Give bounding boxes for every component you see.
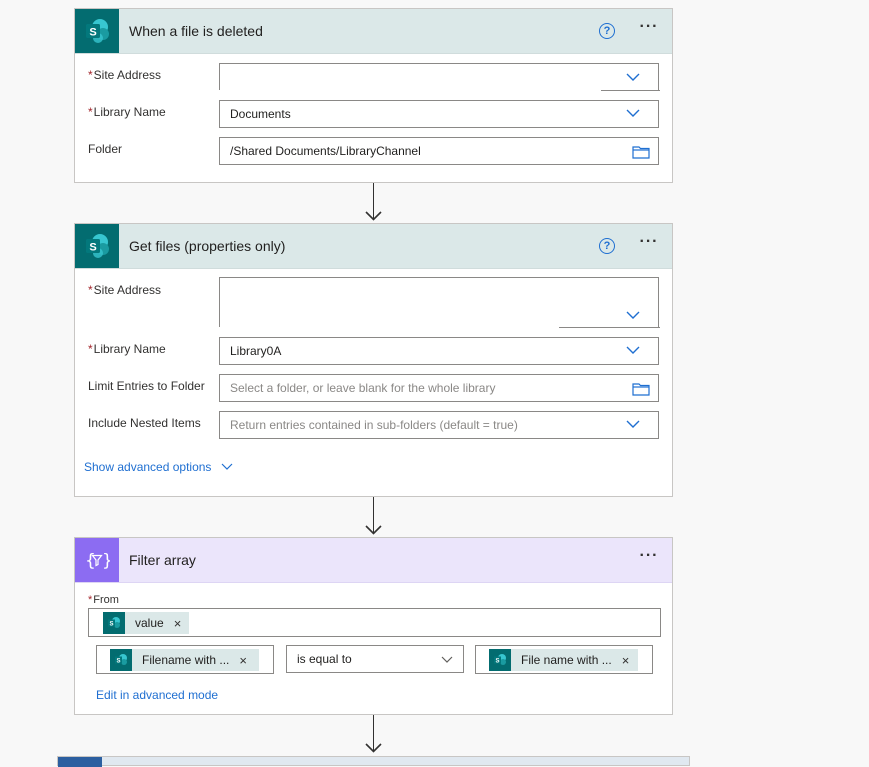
condition-right-operand[interactable]: S File name with ... × xyxy=(475,645,653,674)
chevron-down-icon[interactable] xyxy=(626,311,640,320)
chevron-down-icon xyxy=(221,463,233,470)
trigger-card-header[interactable]: S When a file is deleted ? ··· xyxy=(75,9,672,54)
get-files-card: S Get files (properties only) ? ··· *Sit… xyxy=(74,223,673,497)
help-icon[interactable]: ? xyxy=(599,23,615,39)
remove-token-icon[interactable]: × xyxy=(622,653,630,668)
from-input[interactable]: S value × xyxy=(88,608,661,637)
operator-value: is equal to xyxy=(297,652,352,666)
show-advanced-options-link[interactable]: Show advanced options xyxy=(84,460,233,474)
svg-text:S: S xyxy=(89,27,96,39)
arrow-down-icon xyxy=(365,525,382,535)
svg-text:S: S xyxy=(109,621,113,627)
arrow-down-icon xyxy=(365,211,382,221)
remove-token-icon[interactable]: × xyxy=(174,616,182,631)
nested-items-dropdown[interactable]: Return entries contained in sub-folders … xyxy=(219,411,659,439)
chevron-down-icon[interactable] xyxy=(626,420,640,429)
help-icon[interactable]: ? xyxy=(599,238,615,254)
nested-items-placeholder: Return entries contained in sub-folders … xyxy=(230,418,518,432)
filter-array-card-header[interactable]: { } Filter array ··· xyxy=(75,538,672,583)
sharepoint-icon: S xyxy=(489,649,511,671)
sharepoint-icon: S xyxy=(75,9,119,53)
next-action-icon xyxy=(58,757,102,767)
required-marker: * xyxy=(88,283,93,297)
library-name-value: Library0A xyxy=(230,344,282,358)
edit-advanced-mode-link[interactable]: Edit in advanced mode xyxy=(96,688,218,702)
site-address-input[interactable] xyxy=(219,277,659,327)
library-name-dropdown[interactable]: Library0A xyxy=(219,337,659,365)
limit-folder-input[interactable]: Select a folder, or leave blank for the … xyxy=(219,374,659,402)
get-files-title: Get files (properties only) xyxy=(129,238,286,254)
required-marker: * xyxy=(88,68,93,82)
more-options-icon[interactable]: ··· xyxy=(638,19,660,38)
filename-token[interactable]: S Filename with ... × xyxy=(110,649,259,671)
site-address-label: *Site Address xyxy=(88,283,161,297)
trigger-title: When a file is deleted xyxy=(129,23,263,39)
chevron-down-icon[interactable] xyxy=(441,656,453,664)
value-token[interactable]: S value × xyxy=(103,612,189,634)
svg-text:S: S xyxy=(116,658,120,664)
next-action-card[interactable] xyxy=(57,756,690,767)
nested-items-label: Include Nested Items xyxy=(88,416,201,430)
library-name-label-text: Library Name xyxy=(93,105,166,119)
get-files-card-header[interactable]: S Get files (properties only) ? ··· xyxy=(75,224,672,269)
filter-array-card: { } Filter array ··· *From S value × S F… xyxy=(74,537,673,715)
library-name-value: Documents xyxy=(230,107,291,121)
site-address-label-text: Site Address xyxy=(93,283,162,297)
filter-array-icon: { } xyxy=(75,538,119,582)
filter-array-title: Filter array xyxy=(129,552,196,568)
filename-token-label: Filename with ... xyxy=(142,653,230,667)
svg-text:}: } xyxy=(102,551,110,571)
site-address-underline xyxy=(559,327,660,328)
library-name-label: *Library Name xyxy=(88,105,166,119)
folder-picker-icon[interactable] xyxy=(632,145,650,159)
library-name-dropdown[interactable]: Documents xyxy=(219,100,659,128)
folder-input[interactable]: /Shared Documents/LibraryChannel xyxy=(219,137,659,165)
remove-token-icon[interactable]: × xyxy=(239,653,247,668)
limit-folder-placeholder: Select a folder, or leave blank for the … xyxy=(230,381,496,395)
required-marker: * xyxy=(88,105,93,119)
required-marker: * xyxy=(88,594,93,606)
from-label-text: From xyxy=(93,594,119,606)
limit-folder-label: Limit Entries to Folder xyxy=(88,379,205,393)
file-name-token-label: File name with ... xyxy=(521,653,612,667)
library-name-label: *Library Name xyxy=(88,342,166,356)
svg-text:S: S xyxy=(495,658,499,664)
trigger-card: S When a file is deleted ? ··· *Site Add… xyxy=(74,8,673,183)
more-options-icon[interactable]: ··· xyxy=(638,234,660,253)
site-address-underline xyxy=(601,90,660,91)
svg-text:{: { xyxy=(85,551,96,571)
more-options-icon[interactable]: ··· xyxy=(638,548,660,567)
file-name-token[interactable]: S File name with ... × xyxy=(489,649,638,671)
show-advanced-options-text: Show advanced options xyxy=(84,460,212,474)
sharepoint-icon: S xyxy=(110,649,132,671)
svg-text:S: S xyxy=(89,242,96,254)
sharepoint-icon: S xyxy=(75,224,119,268)
required-marker: * xyxy=(88,342,93,356)
condition-left-operand[interactable]: S Filename with ... × xyxy=(96,645,274,674)
site-address-input[interactable] xyxy=(219,63,659,90)
value-token-label: value xyxy=(135,616,164,630)
folder-label: Folder xyxy=(88,142,123,156)
chevron-down-icon[interactable] xyxy=(626,346,640,355)
folder-value: /Shared Documents/LibraryChannel xyxy=(230,144,421,158)
chevron-down-icon[interactable] xyxy=(626,109,640,118)
library-name-label-text: Library Name xyxy=(93,342,166,356)
sharepoint-icon: S xyxy=(103,612,125,634)
site-address-label: *Site Address xyxy=(88,68,161,82)
from-label: *From xyxy=(88,594,119,606)
folder-picker-icon[interactable] xyxy=(632,382,650,396)
condition-operator-dropdown[interactable]: is equal to xyxy=(286,645,464,673)
site-address-label-text: Site Address xyxy=(93,68,162,82)
chevron-down-icon[interactable] xyxy=(626,73,640,82)
arrow-down-icon xyxy=(365,743,382,753)
